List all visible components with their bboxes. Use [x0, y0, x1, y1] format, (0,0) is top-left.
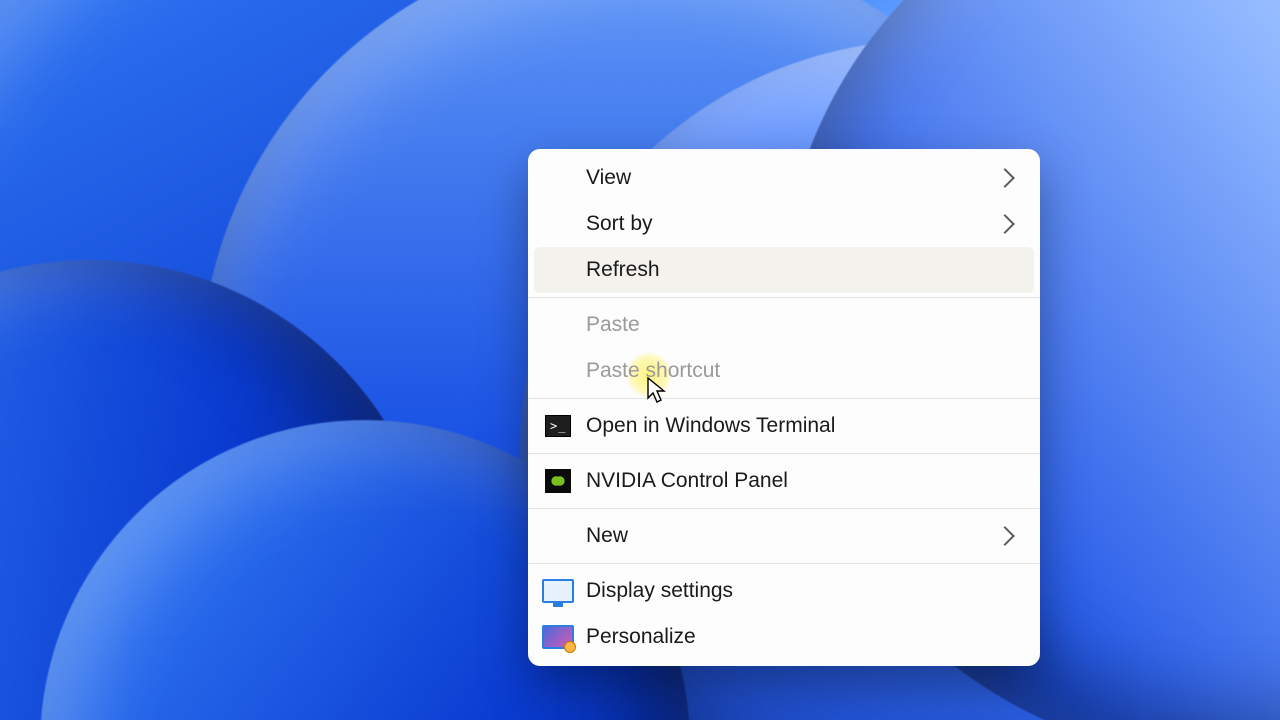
menu-separator [528, 563, 1040, 564]
personalize-icon [540, 625, 576, 649]
menu-item-paste: Paste [534, 302, 1034, 348]
menu-label: New [586, 524, 998, 548]
chevron-right-icon [995, 526, 1015, 546]
menu-item-view[interactable]: View [534, 155, 1034, 201]
menu-label: Paste shortcut [586, 359, 1018, 383]
menu-label: Personalize [586, 625, 1018, 649]
nvidia-icon [540, 469, 576, 493]
menu-separator [528, 508, 1040, 509]
menu-item-sort-by[interactable]: Sort by [534, 201, 1034, 247]
menu-label: Paste [586, 313, 1018, 337]
menu-item-new[interactable]: New [534, 513, 1034, 559]
menu-item-paste-shortcut: Paste shortcut [534, 348, 1034, 394]
desktop-context-menu: View Sort by Refresh Paste Paste shortcu… [528, 149, 1040, 666]
menu-label: Refresh [586, 258, 1018, 282]
terminal-icon: >_ [540, 415, 576, 437]
menu-separator [528, 398, 1040, 399]
menu-label: Sort by [586, 212, 998, 236]
menu-separator [528, 297, 1040, 298]
menu-item-nvidia-control-panel[interactable]: NVIDIA Control Panel [534, 458, 1034, 504]
display-icon [540, 579, 576, 603]
menu-item-open-terminal[interactable]: >_ Open in Windows Terminal [534, 403, 1034, 449]
menu-item-display-settings[interactable]: Display settings [534, 568, 1034, 614]
menu-label: Open in Windows Terminal [586, 414, 1018, 438]
menu-item-personalize[interactable]: Personalize [534, 614, 1034, 660]
menu-label: NVIDIA Control Panel [586, 469, 1018, 493]
chevron-right-icon [995, 168, 1015, 188]
menu-label: Display settings [586, 579, 1018, 603]
menu-label: View [586, 166, 998, 190]
chevron-right-icon [995, 214, 1015, 234]
menu-separator [528, 453, 1040, 454]
menu-item-refresh[interactable]: Refresh [534, 247, 1034, 293]
